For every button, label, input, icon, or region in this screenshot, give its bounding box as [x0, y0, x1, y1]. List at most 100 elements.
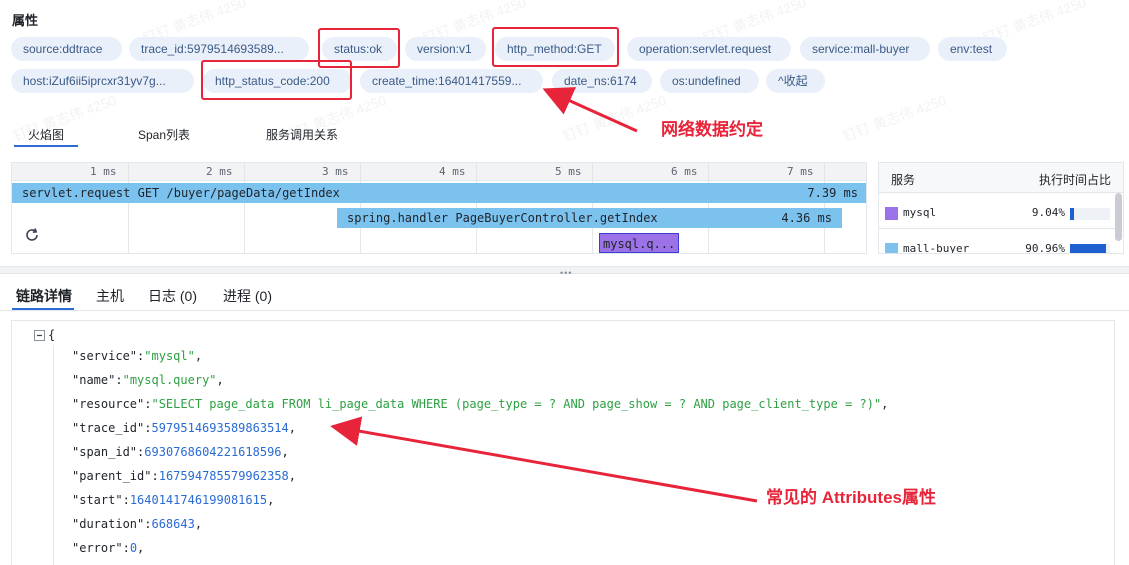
time-tick: 2 ms	[206, 165, 233, 178]
attribute-tag[interactable]: trace_id:5979514693589...	[129, 37, 309, 61]
json-value: 668643	[151, 517, 195, 531]
span-duration: 4.36 ms	[781, 211, 832, 225]
json-colon: :	[115, 373, 123, 387]
ratio-bar	[1070, 244, 1110, 253]
span-label: spring.handler PageBuyerController.getIn…	[347, 211, 658, 225]
highlight-http-status-code	[201, 60, 352, 100]
time-tick: 3 ms	[322, 165, 349, 178]
tab-host[interactable]: 主机	[96, 286, 124, 306]
json-value: 5979514693589863514	[151, 421, 289, 435]
attribute-tag[interactable]: service:mall-buyer	[800, 37, 930, 61]
span-bar-spring-handler[interactable]: spring.handler PageBuyerController.getIn…	[337, 208, 842, 228]
annotation-attributes-label: 常见的 Attributes属性	[766, 488, 936, 507]
tab-service-map[interactable]: 服务调用关系	[266, 126, 338, 143]
color-swatch	[885, 243, 898, 253]
header-service: 服务	[891, 173, 916, 187]
json-colon: :	[122, 493, 130, 507]
json-key: "trace_id"	[72, 421, 145, 435]
json-key: "name"	[72, 373, 116, 387]
json-key: "span_id"	[72, 445, 138, 459]
attributes-title: 属性	[12, 13, 39, 28]
time-tick: 6 ms	[671, 165, 698, 178]
service-name: mall-buyer	[903, 242, 970, 254]
collapse-label: 收起	[783, 74, 808, 88]
attribute-tag[interactable]: source:ddtrace	[11, 37, 122, 61]
span-label: servlet.request GET /buyer/pageData/getI…	[22, 186, 340, 200]
json-comma: ,	[881, 397, 889, 411]
json-key: "parent_id"	[72, 469, 152, 483]
span-bar-servlet-request[interactable]: servlet.request GET /buyer/pageData/getI…	[12, 183, 866, 203]
json-key: "start"	[72, 493, 123, 507]
json-comma: ,	[194, 349, 203, 363]
json-key: "service"	[72, 349, 138, 363]
drag-handle-icon[interactable]: •••	[560, 268, 572, 278]
json-key: "error"	[72, 541, 123, 555]
table-scrollbar[interactable]	[1115, 193, 1122, 241]
flame-graph[interactable]: 1 ms 2 ms 3 ms 4 ms 5 ms 6 ms 7 ms servl…	[11, 162, 867, 254]
time-ruler: 1 ms 2 ms 3 ms 4 ms 5 ms 6 ms 7 ms	[12, 163, 866, 181]
header-ratio: 执行时间占比	[1039, 173, 1112, 187]
grid-line	[128, 163, 129, 253]
tab-span-list[interactable]: Span列表	[138, 126, 190, 143]
tab-trace-detail[interactable]: 链路详情	[16, 286, 72, 306]
json-comma: ,	[267, 493, 275, 507]
grid-line	[244, 163, 245, 253]
json-colon: :	[151, 469, 159, 483]
ratio-bar-fill	[1070, 208, 1074, 220]
ratio-bar	[1070, 208, 1110, 220]
json-value: "mysql"	[144, 349, 195, 363]
indent-guide	[53, 345, 54, 565]
json-line: "resource":"SELECT page_data FROM li_pag…	[72, 397, 888, 411]
highlight-http-method	[492, 27, 619, 67]
json-line: "service":"mysql",	[72, 349, 202, 363]
service-ratio-table: 服务 执行时间占比 mysql 9.04% mall-buyer 90.96%	[878, 162, 1124, 254]
json-value: 1640141746199081615	[129, 493, 268, 507]
json-colon: :	[122, 541, 130, 555]
service-name: mysql	[903, 206, 937, 219]
json-comma: ,	[288, 421, 296, 435]
tab-process[interactable]: 进程 (0)	[223, 286, 272, 306]
service-percent: 9.04%	[1031, 206, 1065, 219]
refresh-icon[interactable]	[24, 227, 40, 243]
view-tabs: 火焰图 Span列表 服务调用关系	[0, 118, 1129, 148]
active-tab-indicator	[14, 145, 78, 147]
span-duration: 7.39 ms	[807, 186, 858, 200]
tab-flame-graph[interactable]: 火焰图	[28, 126, 64, 143]
panel-splitter[interactable]: •••	[0, 266, 1129, 278]
span-bar-mysql-query[interactable]: mysql.q...	[599, 233, 679, 253]
json-line: "parent_id":167594785579962358,	[72, 469, 296, 483]
time-tick: 4 ms	[439, 165, 466, 178]
annotation-network-label: 网络数据约定	[661, 120, 763, 139]
attribute-tag[interactable]: os:undefined	[660, 69, 759, 93]
collapse-button[interactable]: ^收起	[766, 69, 825, 93]
json-line: "name":"mysql.query",	[72, 373, 224, 387]
service-percent: 90.96%	[1025, 242, 1065, 254]
attribute-tag[interactable]: operation:servlet.request	[627, 37, 791, 61]
json-line: "start":1640141746199081615,	[72, 493, 274, 507]
json-viewer: { "service":"mysql", "name":"mysql.query"…	[11, 320, 1115, 565]
tabs-divider	[0, 310, 1129, 311]
json-line: "duration":668643,	[72, 517, 202, 531]
json-comma: ,	[194, 517, 203, 531]
attribute-tag[interactable]: date_ns:6174	[552, 69, 652, 93]
json-value: 167594785579962358	[158, 469, 289, 483]
json-line: "span_id":6930768604221618596,	[72, 445, 289, 459]
attribute-tag[interactable]: env:test	[938, 37, 1007, 61]
table-row[interactable]: mall-buyer 90.96%	[879, 233, 1123, 254]
tab-logs[interactable]: 日志 (0)	[148, 286, 197, 306]
json-value: "mysql.query"	[122, 373, 217, 387]
json-comma: ,	[137, 541, 145, 555]
time-tick: 5 ms	[555, 165, 582, 178]
active-tab-indicator	[12, 308, 74, 310]
json-value: 0	[129, 541, 138, 555]
json-comma: ,	[288, 469, 296, 483]
attribute-tag[interactable]: host:iZuf6ii5iprcxr31yv7g...	[11, 69, 194, 93]
attribute-tag[interactable]: create_time:16401417559...	[360, 69, 543, 93]
json-line: "error":0,	[72, 541, 144, 555]
collapse-toggle-icon[interactable]	[34, 330, 45, 341]
color-swatch	[885, 207, 898, 220]
attribute-tag[interactable]: version:v1	[405, 37, 486, 61]
time-tick: 1 ms	[90, 165, 117, 178]
table-row[interactable]: mysql 9.04%	[879, 197, 1123, 229]
json-open-brace: {	[48, 328, 56, 342]
